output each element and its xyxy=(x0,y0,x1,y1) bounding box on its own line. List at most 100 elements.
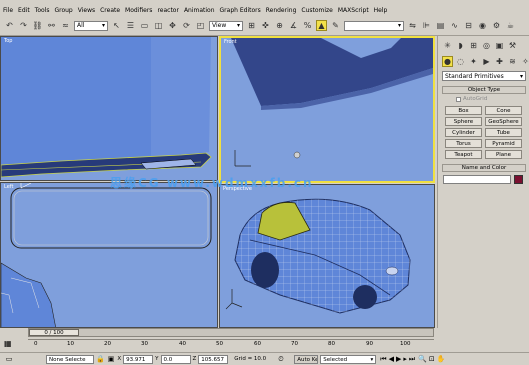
z-coordinate-field[interactable]: 105.657 xyxy=(198,354,229,364)
zoom-extents-icon[interactable]: ⊡ xyxy=(429,355,435,363)
absolute-mode-icon[interactable]: ▣ xyxy=(108,355,115,363)
viewport-label-left[interactable]: Left xyxy=(4,184,13,190)
time-slider-track[interactable]: 0 / 100 xyxy=(28,328,434,337)
pivot-center-icon[interactable]: ⊞ xyxy=(246,20,257,31)
select-object-icon[interactable]: ↖ xyxy=(111,20,122,31)
object-color-swatch[interactable] xyxy=(514,175,523,184)
menu-tools[interactable]: Tools xyxy=(35,7,50,14)
reference-coordinate-dropdown[interactable]: View ▾ xyxy=(209,20,243,31)
bind-space-warp-icon[interactable]: ≈ xyxy=(60,20,71,31)
viewport-label-top[interactable]: Top xyxy=(4,38,12,44)
window-crossing-icon[interactable]: ◫ xyxy=(153,20,164,31)
viewport-perspective[interactable]: Perspective xyxy=(219,184,435,328)
spinner-snap-icon[interactable]: ▲ xyxy=(316,20,327,31)
primitive-category-dropdown[interactable]: Standard Primitives ▾ xyxy=(442,71,526,81)
key-filter-dropdown[interactable]: Selected ▾ xyxy=(320,354,377,364)
create-tab-icon[interactable]: ✳ xyxy=(442,40,453,51)
menu-graph-editors[interactable]: Graph Editors xyxy=(220,7,261,14)
go-to-start-icon[interactable]: ⏮ xyxy=(380,355,386,364)
teapot-button[interactable]: Teapot xyxy=(445,150,482,159)
object-name-input[interactable] xyxy=(443,175,511,184)
menu-file[interactable]: File xyxy=(3,7,13,14)
menu-reactor[interactable]: reactor xyxy=(157,7,179,14)
name-and-color-rollout[interactable]: Name and Color xyxy=(442,164,526,172)
cone-button[interactable]: Cone xyxy=(485,106,522,115)
cylinder-button[interactable]: Cylinder xyxy=(445,128,482,137)
geosphere-button[interactable]: GeoSphere xyxy=(485,117,522,126)
align-icon[interactable]: ⊫ xyxy=(421,20,432,31)
plane-button[interactable]: Plane xyxy=(485,150,522,159)
rotate-icon[interactable]: ⟳ xyxy=(181,20,192,31)
trackbar-toggle-icon[interactable]: ▦ xyxy=(4,339,12,348)
auto-key-button[interactable]: Auto Key xyxy=(294,354,319,364)
menu-group[interactable]: Group xyxy=(54,7,72,14)
display-tab-icon[interactable]: ▣ xyxy=(494,40,505,51)
scale-icon[interactable]: ◰ xyxy=(195,20,206,31)
menu-modifiers[interactable]: Modifiers xyxy=(125,7,152,14)
viewport-left[interactable]: Left xyxy=(0,182,218,328)
named-selection-icon[interactable]: ✎ xyxy=(330,20,341,31)
sphere-button[interactable]: Sphere xyxy=(445,117,482,126)
select-manipulate-icon[interactable]: ✜ xyxy=(260,20,271,31)
viewport-label-front[interactable]: Front xyxy=(224,39,237,45)
track-bar[interactable]: 0 10 20 30 40 50 60 70 80 90 100 xyxy=(28,339,434,351)
time-tag-icon[interactable]: ⏲ xyxy=(278,355,292,364)
hierarchy-tab-icon[interactable]: ⊞ xyxy=(468,40,479,51)
render-setup-icon[interactable]: ⚙ xyxy=(491,20,502,31)
schematic-view-icon[interactable]: ⊟ xyxy=(463,20,474,31)
menu-views[interactable]: Views xyxy=(78,7,95,14)
viewport-top[interactable]: Top xyxy=(0,36,218,181)
pyramid-button[interactable]: Pyramid xyxy=(485,139,522,148)
selection-filter-dropdown[interactable]: All ▾ xyxy=(74,20,108,31)
autogrid-checkbox[interactable]: AutoGrid xyxy=(456,96,487,102)
previous-frame-icon[interactable]: ◀ xyxy=(389,355,394,364)
autogrid-checkbox-box[interactable] xyxy=(456,96,461,102)
menu-help[interactable]: Help xyxy=(374,7,388,14)
zoom-icon[interactable]: 🔍 xyxy=(418,355,427,363)
go-to-end-icon[interactable]: ⏭ xyxy=(409,355,415,364)
menu-customize[interactable]: Customize xyxy=(301,7,333,14)
redo-icon[interactable]: ↷ xyxy=(18,20,29,31)
menu-animation[interactable]: Animation xyxy=(184,7,215,14)
cameras-icon[interactable]: ▶ xyxy=(481,56,492,67)
tube-button[interactable]: Tube xyxy=(485,128,522,137)
space-warps-icon[interactable]: ≋ xyxy=(507,56,518,67)
lights-icon[interactable]: ✦ xyxy=(468,56,479,67)
menu-edit[interactable]: Edit xyxy=(18,7,30,14)
material-editor-icon[interactable]: ◉ xyxy=(477,20,488,31)
time-slider-thumb[interactable]: 0 / 100 xyxy=(29,329,79,336)
helpers-icon[interactable]: ✚ xyxy=(494,56,505,67)
modify-tab-icon[interactable]: ◗ xyxy=(455,40,466,51)
viewport-front[interactable]: Front xyxy=(219,36,435,183)
pan-icon[interactable]: ✋ xyxy=(437,355,446,363)
mirror-icon[interactable]: ⇋ xyxy=(407,20,418,31)
layer-manager-icon[interactable]: ▤ xyxy=(435,20,446,31)
systems-icon[interactable]: ✧ xyxy=(520,56,529,67)
lock-selection-icon[interactable]: 🔒 xyxy=(96,355,105,363)
selection-region-icon[interactable]: ▭ xyxy=(139,20,150,31)
next-frame-icon[interactable]: ▸ xyxy=(403,355,407,364)
motion-tab-icon[interactable]: ◎ xyxy=(481,40,492,51)
torus-button[interactable]: Torus xyxy=(445,139,482,148)
curve-editor-icon[interactable]: ∿ xyxy=(449,20,460,31)
menu-create[interactable]: Create xyxy=(100,7,120,14)
menu-maxscript[interactable]: MAXScript xyxy=(338,7,369,14)
link-icon[interactable]: ⛓ xyxy=(32,20,43,31)
menu-rendering[interactable]: Rendering xyxy=(266,7,297,14)
move-icon[interactable]: ✥ xyxy=(167,20,178,31)
box-button[interactable]: Box xyxy=(445,106,482,115)
geometry-icon[interactable]: ● xyxy=(442,56,453,67)
undo-icon[interactable]: ↶ xyxy=(4,20,15,31)
object-type-rollout[interactable]: Object Type xyxy=(442,86,526,94)
snap-toggle-icon[interactable]: ⊕ xyxy=(274,20,285,31)
angle-snap-icon[interactable]: ∡ xyxy=(288,20,299,31)
named-selection-sets-dropdown[interactable]: ▾ xyxy=(344,20,404,31)
shapes-icon[interactable]: ◌ xyxy=(455,56,466,67)
quick-render-icon[interactable]: ☕ xyxy=(505,20,516,31)
select-by-name-icon[interactable]: ☰ xyxy=(125,20,136,31)
percent-snap-icon[interactable]: % xyxy=(302,20,313,31)
play-icon[interactable]: ▶ xyxy=(396,355,401,364)
x-coordinate-field[interactable]: 93.971 xyxy=(123,354,154,364)
maxscript-listener-icon[interactable]: ▭ xyxy=(2,355,16,364)
y-coordinate-field[interactable]: 0.0 xyxy=(160,354,191,364)
